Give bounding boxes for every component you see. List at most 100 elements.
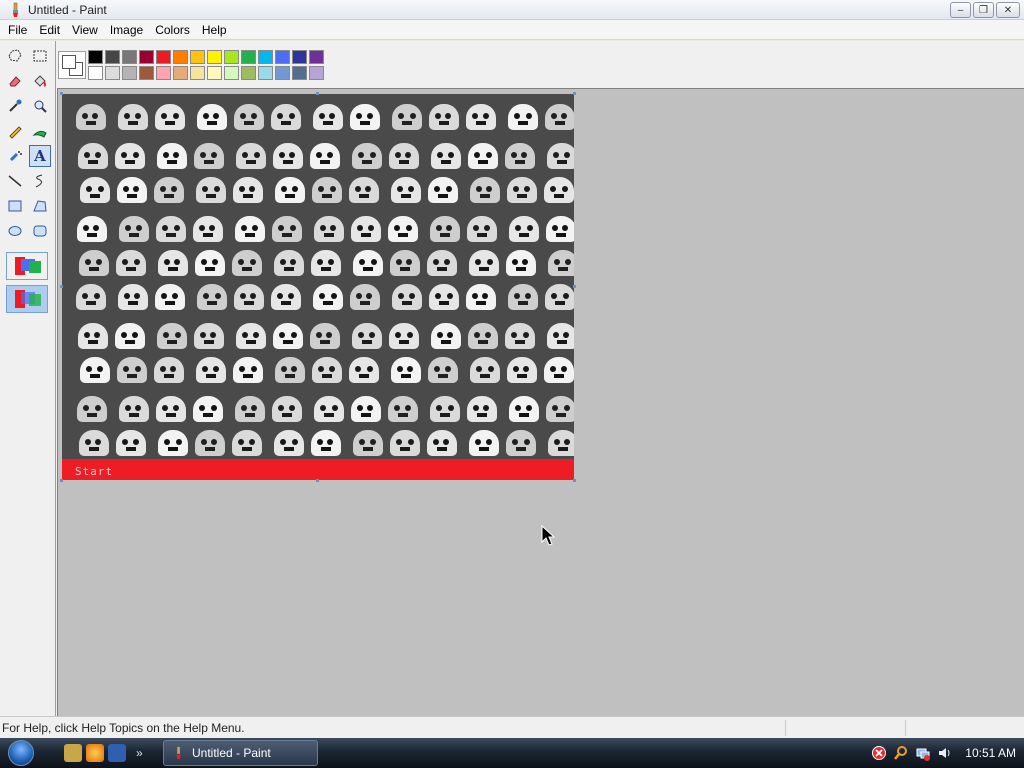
network-icon[interactable]: [915, 745, 931, 761]
resize-handle[interactable]: [60, 285, 63, 288]
color-swatch[interactable]: [309, 50, 324, 64]
color-swatch[interactable]: [122, 50, 137, 64]
search-icon[interactable]: [893, 745, 909, 761]
ellipse-tool[interactable]: [4, 220, 26, 242]
face-eye: [316, 152, 322, 158]
security-alert-icon[interactable]: [871, 745, 887, 761]
color-swatch[interactable]: [207, 50, 222, 64]
color-swatch[interactable]: [207, 66, 222, 80]
airbrush-tool[interactable]: [4, 145, 26, 167]
menu-image[interactable]: Image: [104, 20, 149, 40]
resize-handle[interactable]: [316, 92, 319, 95]
color-swatch[interactable]: [292, 50, 307, 64]
skull-face-image: [353, 430, 383, 456]
show-desktop-icon[interactable]: [64, 744, 82, 762]
face-mouth: [519, 233, 529, 237]
face-mouth: [164, 194, 174, 198]
canvas-area[interactable]: Start: [57, 88, 1024, 716]
start-button[interactable]: [0, 738, 40, 768]
color-swatch[interactable]: [88, 66, 103, 80]
resize-handle[interactable]: [60, 92, 63, 95]
close-button[interactable]: ✕: [996, 2, 1020, 18]
taskbar-paint-button[interactable]: Untitled - Paint: [163, 740, 318, 766]
color-swatch[interactable]: [105, 66, 120, 80]
paint-app-icon[interactable]: [8, 2, 24, 18]
color-swatch[interactable]: [241, 50, 256, 64]
resize-handle[interactable]: [60, 479, 63, 482]
color-swatch[interactable]: [105, 50, 120, 64]
curve-tool[interactable]: [29, 170, 51, 192]
pencil-tool[interactable]: [4, 120, 26, 142]
color-swatch[interactable]: [88, 50, 103, 64]
face-eye: [371, 259, 377, 265]
transparent-background-option[interactable]: [6, 285, 48, 313]
face-eye: [472, 293, 478, 299]
magnifier-tool[interactable]: [29, 95, 51, 117]
status-bar: For Help, click Help Topics on the Help …: [0, 716, 1024, 738]
minimize-icon: –: [957, 4, 964, 16]
quick-launch-more-icon[interactable]: »: [136, 746, 143, 760]
color-swatch[interactable]: [241, 66, 256, 80]
color-swatch[interactable]: [258, 66, 273, 80]
menu-help[interactable]: Help: [196, 20, 233, 40]
clock[interactable]: 10:51 AM: [965, 746, 1016, 760]
brush-tool[interactable]: [29, 120, 51, 142]
skull-face-image: [271, 104, 301, 130]
color-swatch[interactable]: [309, 66, 324, 80]
face-eye: [358, 332, 364, 338]
polygon-tool[interactable]: [29, 195, 51, 217]
color-swatch[interactable]: [190, 50, 205, 64]
color-swatch[interactable]: [156, 66, 171, 80]
color-swatch[interactable]: [156, 50, 171, 64]
browser-icon[interactable]: [86, 744, 104, 762]
fill-tool[interactable]: [29, 70, 51, 92]
face-eye: [552, 405, 558, 411]
color-swatch[interactable]: [139, 50, 154, 64]
menu-file[interactable]: File: [2, 20, 33, 40]
color-swatch[interactable]: [224, 50, 239, 64]
color-swatch[interactable]: [258, 50, 273, 64]
switch-windows-icon[interactable]: [108, 744, 126, 762]
rounded-rectangle-tool[interactable]: [29, 220, 51, 242]
resize-handle[interactable]: [316, 479, 319, 482]
color-swatch[interactable]: [275, 50, 290, 64]
face-mouth: [554, 374, 564, 378]
quick-launch: »: [64, 744, 143, 762]
restore-button[interactable]: ❐: [973, 2, 994, 18]
opaque-background-option[interactable]: [6, 252, 48, 280]
color-swatch[interactable]: [139, 66, 154, 80]
free-form-select-tool[interactable]: [4, 45, 26, 67]
color-swatch[interactable]: [292, 66, 307, 80]
color-swatch[interactable]: [122, 66, 137, 80]
skull-face-image: [388, 216, 418, 242]
pick-color-tool[interactable]: [4, 95, 26, 117]
menu-edit[interactable]: Edit: [33, 20, 66, 40]
menu-view[interactable]: View: [66, 20, 104, 40]
volume-icon[interactable]: [937, 745, 953, 761]
resize-handle[interactable]: [573, 92, 576, 95]
rectangle-tool[interactable]: [4, 195, 26, 217]
color-swatch[interactable]: [173, 50, 188, 64]
resize-handle[interactable]: [573, 479, 576, 482]
color-swatch[interactable]: [190, 66, 205, 80]
face-mouth: [518, 121, 528, 125]
face-eye: [85, 259, 91, 265]
face-eye: [278, 405, 284, 411]
resize-handle[interactable]: [573, 285, 576, 288]
color-swatch[interactable]: [275, 66, 290, 80]
line-tool[interactable]: [4, 170, 26, 192]
text-tool[interactable]: A: [29, 145, 51, 167]
drawing-canvas[interactable]: Start: [62, 94, 574, 480]
select-tool[interactable]: [29, 45, 51, 67]
skull-face-image: [273, 143, 303, 169]
face-mouth: [437, 447, 447, 451]
eraser-tool[interactable]: [4, 70, 26, 92]
current-colors[interactable]: [58, 51, 86, 79]
face-eye: [524, 439, 530, 445]
color-swatch[interactable]: [224, 66, 239, 80]
menu-colors[interactable]: Colors: [149, 20, 196, 40]
face-mouth: [441, 340, 451, 344]
face-mouth: [126, 267, 136, 271]
minimize-button[interactable]: –: [950, 2, 971, 18]
color-swatch[interactable]: [173, 66, 188, 80]
